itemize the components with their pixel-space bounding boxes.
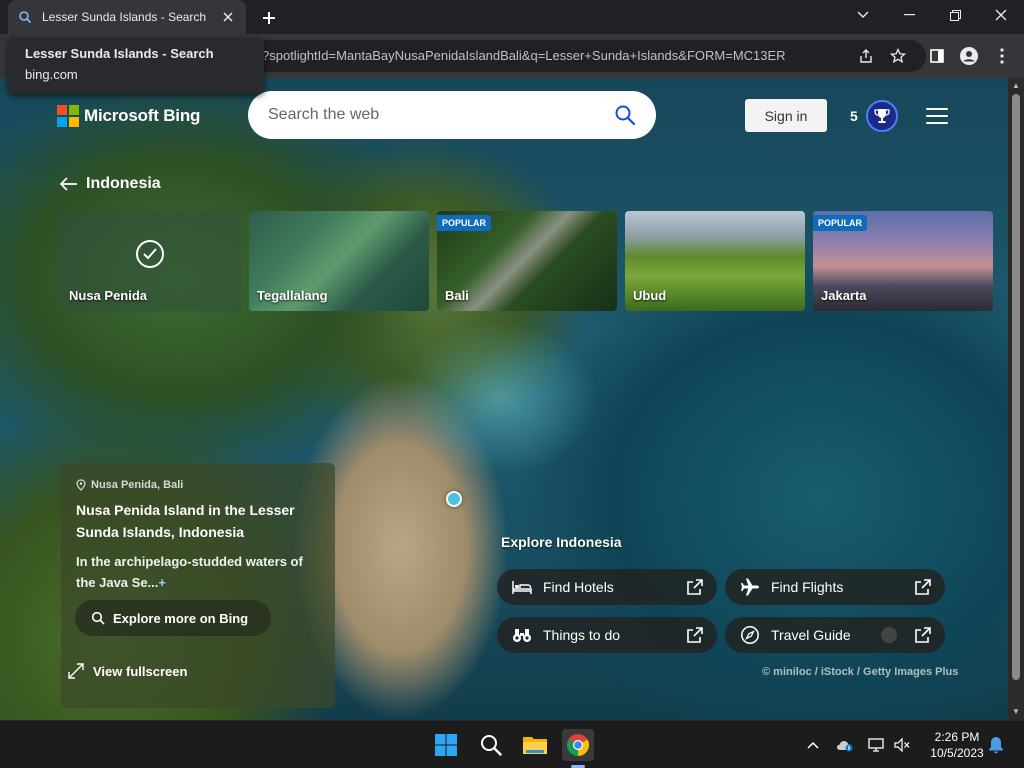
fullscreen-label: View fullscreen [93,663,188,679]
external-link-icon [915,627,931,643]
minimize-icon[interactable] [886,0,932,30]
bing-page: Microsoft Bing Sign in 5 Indonesia Nusa … [0,78,1008,720]
card-label: Bali [445,288,469,303]
card-ubud[interactable]: Ubud [625,211,805,311]
search-icon[interactable] [614,104,636,126]
hamburger-menu-icon[interactable] [926,108,948,124]
card-jakarta[interactable]: POPULAR Jakarta [813,211,993,311]
tray-chevron-up-icon[interactable] [803,735,823,755]
microsoft-logo-icon [57,105,79,127]
profile-icon[interactable] [957,44,981,68]
sign-in-button[interactable]: Sign in [745,99,827,132]
rewards-points[interactable]: 5 [850,108,858,124]
explore-more-button[interactable]: Explore more on Bing [75,600,271,636]
card-label: Nusa Penida [69,288,148,303]
explore-title: Explore Indonesia [501,534,622,550]
find-hotels-label: Find Hotels [543,579,614,595]
search-favicon-icon [19,11,32,24]
tab-strip: Lesser Sunda Islands - Search [0,0,1024,34]
card-label: Ubud [633,288,667,303]
card-label: Tegallalang [257,288,328,303]
external-link-icon [687,627,703,643]
restore-icon[interactable] [932,0,978,30]
file-explorer-icon[interactable] [519,729,551,761]
tab-hover-tooltip: Lesser Sunda Islands - Search bing.com [8,38,264,94]
airplane-icon [739,576,761,598]
bing-logo[interactable]: Microsoft Bing [57,105,200,127]
clock-time: 2:26 PM [934,730,980,744]
description-text: In the archipelago-studded waters of the… [76,554,303,590]
destination-carousel: Nusa Penida Tegallalang POPULAR Bali Ubu… [61,211,1008,311]
popular-badge: POPULAR [813,215,868,231]
volume-muted-icon[interactable] [892,735,912,755]
external-link-icon [915,579,931,595]
image-credit: © miniloc / iStock / Getty Images Plus [762,666,959,678]
bed-icon [511,576,533,598]
chrome-taskbar-icon[interactable] [562,729,594,761]
system-clock[interactable]: 2:26 PM 10/5/2023 [918,729,996,761]
onedrive-icon[interactable] [835,735,855,755]
view-fullscreen-link[interactable]: View fullscreen [68,663,187,679]
logo-text: Microsoft Bing [84,106,201,125]
notification-bell-icon[interactable] [986,735,1006,755]
things-to-do-button[interactable]: Things to do [497,617,717,653]
location-pin-icon [76,479,86,491]
tooltip-title: Lesser Sunda Islands - Search [25,46,214,61]
travel-guide-label: Travel Guide [771,627,851,643]
scroll-thumb[interactable] [1012,94,1020,680]
browser-tab[interactable]: Lesser Sunda Islands - Search [8,0,246,34]
rewards-trophy-icon[interactable] [866,100,898,132]
url-text: ?spotlightId=MantaBayNusaPenidaIslandBal… [262,48,786,63]
page-scrollbar[interactable]: ▲ ▼ [1008,78,1024,720]
network-icon[interactable] [866,735,886,755]
expand-plus-icon[interactable]: + [158,575,166,590]
binoculars-icon [511,624,533,646]
tooltip-domain: bing.com [25,67,78,82]
search-input[interactable] [268,106,614,124]
loading-circle-icon [881,627,897,643]
taskbar-search-icon[interactable] [475,729,507,761]
card-tegallalang[interactable]: Tegallalang [249,211,429,311]
info-headline[interactable]: Nusa Penida Island in the Lesser Sunda I… [76,499,320,543]
search-small-icon [91,611,105,625]
find-hotels-button[interactable]: Find Hotels [497,569,717,605]
compass-icon [739,624,761,646]
search-box[interactable] [248,91,656,139]
card-bali[interactable]: POPULAR Bali [437,211,617,311]
explore-more-label: Explore more on Bing [113,610,249,626]
tab-close-icon[interactable] [220,9,236,25]
expand-icon [68,663,84,679]
back-to-indonesia[interactable]: Indonesia [60,175,161,193]
tab-title: Lesser Sunda Islands - Search [42,10,207,24]
map-hotspot-dot[interactable] [446,491,462,507]
bookmark-star-icon[interactable] [886,44,910,68]
side-panel-icon[interactable] [925,44,949,68]
location-text: Nusa Penida, Bali [91,479,184,491]
scroll-up-icon[interactable]: ▲ [1011,81,1021,91]
clock-date: 10/5/2023 [930,746,984,760]
find-flights-button[interactable]: Find Flights [725,569,945,605]
windows-start-icon[interactable] [430,729,462,761]
scroll-down-icon[interactable]: ▼ [1011,707,1021,717]
card-label: Jakarta [821,288,867,303]
things-to-do-label: Things to do [543,627,621,643]
new-tab-icon[interactable] [258,7,280,29]
popular-badge: POPULAR [437,215,492,231]
info-description: In the archipelago-studded waters of the… [76,551,320,593]
tab-search-chevron-icon[interactable] [840,0,886,30]
back-arrow-icon [60,177,77,191]
external-link-icon [687,579,703,595]
back-label: Indonesia [86,175,161,192]
menu-dots-icon[interactable] [990,44,1014,68]
card-nusa-penida[interactable]: Nusa Penida [61,211,241,311]
share-icon[interactable] [854,44,878,68]
windows-taskbar: 2:26 PM 10/5/2023 [0,720,1024,768]
find-flights-label: Find Flights [771,579,844,595]
selected-check-icon [136,240,164,268]
location-line: Nusa Penida, Bali [76,479,320,491]
close-window-icon[interactable] [978,0,1024,30]
travel-guide-button[interactable]: Travel Guide [725,617,945,653]
